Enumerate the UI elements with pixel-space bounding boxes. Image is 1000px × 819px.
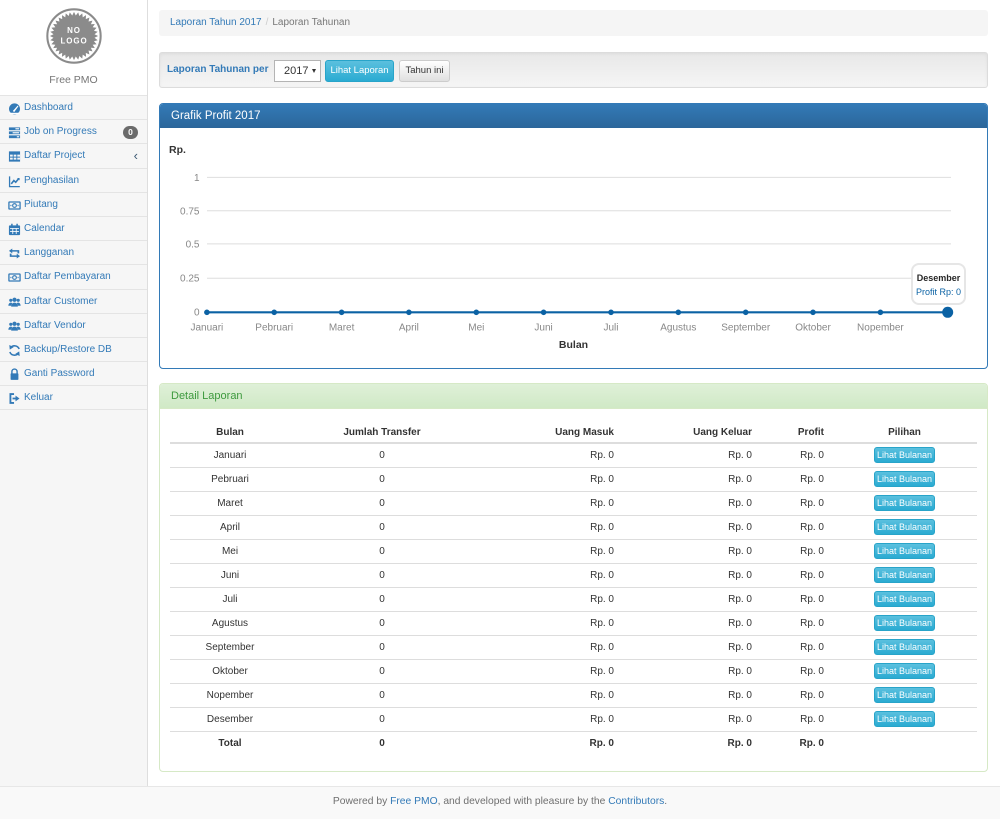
svg-text:Mei: Mei (468, 323, 484, 334)
svg-text:Oktober: Oktober (795, 323, 831, 334)
svg-text:Januari: Januari (190, 323, 223, 334)
svg-text:Pebruari: Pebruari (255, 323, 293, 334)
svg-text:LOGO: LOGO (60, 36, 87, 45)
svg-text:April: April (399, 323, 419, 334)
svg-text:September: September (721, 323, 771, 334)
svg-text:0.25: 0.25 (180, 274, 200, 285)
svg-text:Juni: Juni (534, 323, 552, 334)
svg-text:1: 1 (194, 173, 200, 184)
svg-text:Agustus: Agustus (660, 323, 696, 334)
svg-text:Juli: Juli (603, 323, 618, 334)
svg-text:NO: NO (67, 26, 81, 35)
svg-text:0.5: 0.5 (186, 239, 200, 250)
svg-text:0: 0 (194, 308, 200, 319)
svg-text:Maret: Maret (329, 323, 355, 334)
svg-text:Nopember: Nopember (857, 323, 904, 334)
svg-text:0.75: 0.75 (180, 206, 200, 217)
